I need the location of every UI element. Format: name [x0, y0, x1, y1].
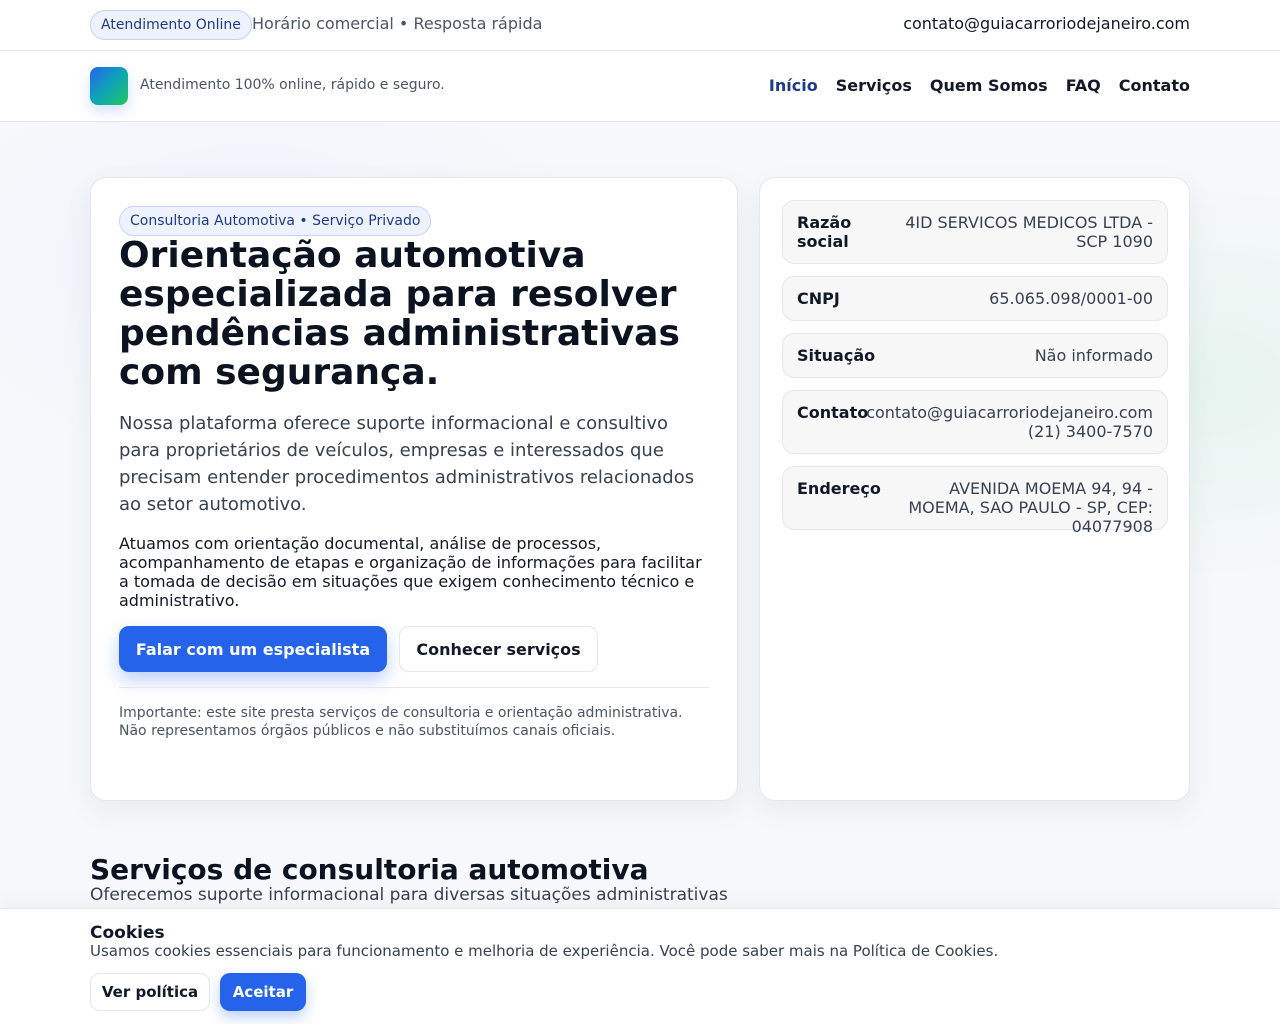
info-row-situacao: Situação Não informado [782, 333, 1168, 378]
nav-link-faq[interactable]: FAQ [1066, 76, 1101, 95]
discover-services-button[interactable]: Conhecer serviços [399, 626, 598, 672]
cnpj-value: 65.065.098/0001-00 [989, 289, 1153, 308]
site-tagline: Atendimento 100% online, rápido e seguro… [140, 77, 445, 93]
hero-badge: Consultoria Automotiva • Serviço Privado [119, 206, 432, 236]
disclaimer-note: Importante: este site presta serviços de… [119, 705, 683, 739]
accept-cookies-button[interactable]: Aceitar [220, 973, 306, 1011]
logo-icon[interactable] [90, 67, 128, 105]
info-row-contato: Contato contato@guiacarroriodejaneiro.co… [782, 390, 1168, 454]
hero-description: Atuamos com orientação documental, análi… [119, 534, 702, 610]
contato-label: Contato [797, 403, 869, 422]
cookie-banner: Cookies Usamos cookies essenciais para f… [0, 908, 1280, 1024]
razao-social-value: 4ID SERVICOS MEDICOS LTDA - SCP 1090 [905, 213, 1153, 251]
nav-link-contato[interactable]: Contato [1119, 76, 1190, 95]
razao-social-label: Razão social [797, 213, 852, 251]
cookie-title: Cookies [90, 923, 165, 943]
endereco-value: AVENIDA MOEMA 94, 94 - MOEMA, SAO PAULO … [908, 479, 1153, 536]
company-info-card: Razão social 4ID SERVICOS MEDICOS LTDA -… [759, 177, 1190, 801]
info-row-cnpj: CNPJ 65.065.098/0001-00 [782, 276, 1168, 321]
hero-divider [119, 687, 709, 688]
services-section-subtitle: Oferecemos suporte informacional para di… [90, 885, 728, 905]
services-section-title: Serviços de consultoria automotiva [90, 853, 649, 886]
main-nav: Atendimento 100% online, rápido e seguro… [0, 51, 1280, 122]
contato-email-value[interactable]: contato@guiacarroriodejaneiro.com [866, 403, 1153, 422]
info-row-razao-social: Razão social 4ID SERVICOS MEDICOS LTDA -… [782, 200, 1168, 264]
view-policy-button[interactable]: Ver política [90, 973, 210, 1011]
hero-lead: Nossa plataforma oferece suporte informa… [119, 413, 695, 515]
situacao-value: Não informado [1034, 346, 1153, 365]
top-bar: Atendimento Online Horário comercial • R… [0, 0, 1280, 51]
talk-to-specialist-button[interactable]: Falar com um especialista [119, 626, 387, 672]
nav-link-inicio[interactable]: Início [769, 76, 818, 95]
hero-card: Consultoria Automotiva • Serviço Privado… [90, 177, 738, 801]
hero-title: Orientação automotiva especializada para… [119, 235, 680, 393]
nav-link-servicos[interactable]: Serviços [836, 76, 912, 95]
cookie-text: Usamos cookies essenciais para funcionam… [90, 942, 999, 960]
endereco-label: Endereço [797, 479, 881, 498]
nav-link-quem-somos[interactable]: Quem Somos [930, 76, 1048, 95]
cnpj-label: CNPJ [797, 289, 840, 308]
top-email-link[interactable]: contato@guiacarroriodejaneiro.com [903, 14, 1190, 33]
contato-phone-value[interactable]: (21) 3400-7570 [1028, 422, 1153, 441]
business-hours-text: Horário comercial • Resposta rápida [252, 14, 543, 33]
online-badge: Atendimento Online [90, 10, 252, 40]
situacao-label: Situação [797, 346, 876, 365]
nav-links: Início Serviços Quem Somos FAQ Contato [769, 76, 1190, 95]
info-row-endereco: Endereço AVENIDA MOEMA 94, 94 - MOEMA, S… [782, 466, 1168, 536]
